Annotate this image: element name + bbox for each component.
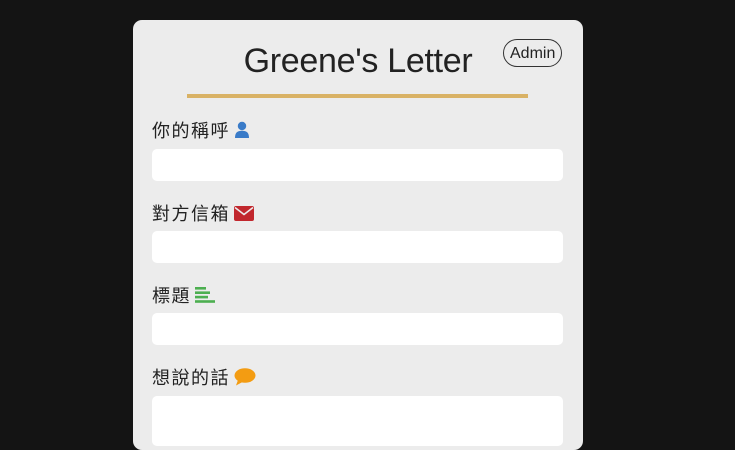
name-input[interactable] [152,149,563,181]
message-label: 想說的話 [152,364,256,390]
name-label: 你的稱呼 [152,117,250,143]
message-textarea[interactable] [152,396,563,446]
email-label: 對方信箱 [152,200,254,226]
letter-form-card: Greene's Letter Admin 你的稱呼 對方信箱 標題 想說的話 [133,20,583,450]
subject-label-text: 標題 [152,286,191,307]
admin-button[interactable]: Admin [503,39,563,67]
name-label-text: 你的稱呼 [152,121,230,142]
title-underline [187,94,528,98]
envelope-icon [234,205,254,221]
user-icon [234,121,250,139]
message-label-text: 想說的話 [152,368,230,389]
speech-bubble-icon [234,368,256,386]
align-left-icon [195,287,215,303]
subject-label: 標題 [152,282,215,308]
email-label-text: 對方信箱 [152,204,230,225]
subject-input[interactable] [152,313,563,345]
email-input[interactable] [152,231,563,263]
